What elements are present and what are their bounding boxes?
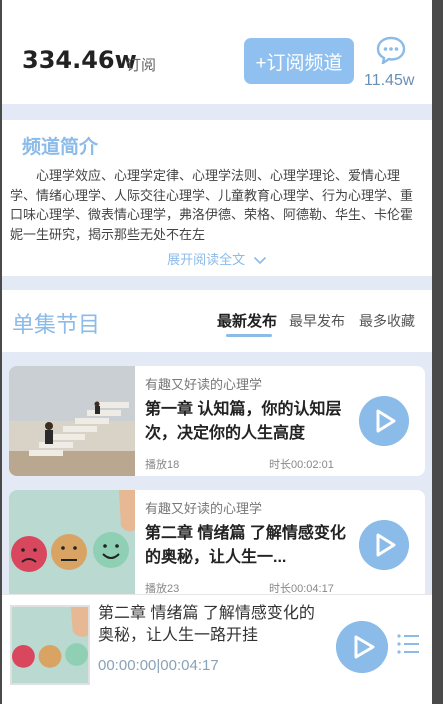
episode-thumbnail-stairs: [9, 366, 135, 476]
subscriber-count: 334.46w: [22, 46, 137, 74]
episode-card[interactable]: 有趣又好读的心理学 第二章 情绪篇 了解情感变化的奥秘，让人生一... 播放23…: [9, 490, 425, 600]
episodes-title: 单集节目: [12, 312, 101, 337]
tab-newest[interactable]: 最新发布: [217, 310, 277, 331]
now-playing-thumbnail: [10, 605, 90, 685]
play-icon[interactable]: [359, 520, 409, 570]
subscribe-button[interactable]: +订阅频道: [244, 38, 354, 84]
album-name: 有趣又好读的心理学: [145, 501, 263, 516]
mini-player: 第二章 情绪篇 了解情感变化的奥秘，让人生一路开挂 00:00:00|00:04…: [2, 594, 432, 704]
now-playing-title: 第二章 情绪篇 了解情感变化的奥秘，让人生一路开挂: [98, 605, 315, 644]
play-count: 播放18: [145, 459, 180, 471]
playlist-icon[interactable]: [396, 633, 420, 655]
tab-most-favorited[interactable]: 最多收藏: [359, 311, 415, 331]
stats-card: 334.46w 订阅 +订阅频道 11.45w: [2, 0, 432, 104]
expand-label: 展开阅读全文: [167, 252, 246, 267]
app-frame: 334.46w 订阅 +订阅频道 11.45w 频道简介 心理学效应、心理学定律…: [2, 0, 432, 704]
current-time: 00:00:00: [98, 657, 157, 674]
album-name: 有趣又好读的心理学: [145, 377, 263, 392]
play-icon[interactable]: [359, 396, 409, 446]
play-icon[interactable]: [336, 621, 388, 673]
channel-intro: 频道简介 心理学效应、心理学定律、心理学法则、心理学理论、爱情心理学、情绪心理学…: [2, 120, 432, 276]
comment-bubble-icon[interactable]: [376, 36, 406, 64]
chevron-down-icon: [253, 256, 266, 265]
episode-title: 第一章 认知篇，你的认知层次，决定你的人生高度: [145, 401, 342, 442]
episode-duration: 时长00:02:01: [269, 459, 334, 471]
total-time: 00:04:17: [160, 657, 219, 674]
episodes-header: 单集节目 最新发布 最早发布 最多收藏: [2, 290, 432, 352]
episode-thumbnail-emotions: [9, 490, 135, 600]
intro-title: 频道简介: [22, 137, 99, 158]
comment-count: 11.45w: [364, 72, 415, 89]
active-tab-indicator: [226, 334, 272, 337]
expand-intro-link[interactable]: 展开阅读全文: [2, 249, 432, 268]
intro-text: 心理学效应、心理学定律、心理学法则、心理学理论、爱情心理学、情绪心理学、人际交往…: [10, 168, 414, 242]
episode-card[interactable]: 有趣又好读的心理学 第一章 认知篇，你的认知层次，决定你的人生高度 播放18 时…: [9, 366, 425, 476]
playback-time: 00:00:00|00:04:17: [98, 657, 219, 674]
tab-oldest[interactable]: 最早发布: [289, 311, 345, 331]
subscriber-label: 订阅: [126, 57, 157, 74]
episode-title: 第二章 情绪篇 了解情感变化的奥秘，让人生一...: [145, 525, 346, 566]
